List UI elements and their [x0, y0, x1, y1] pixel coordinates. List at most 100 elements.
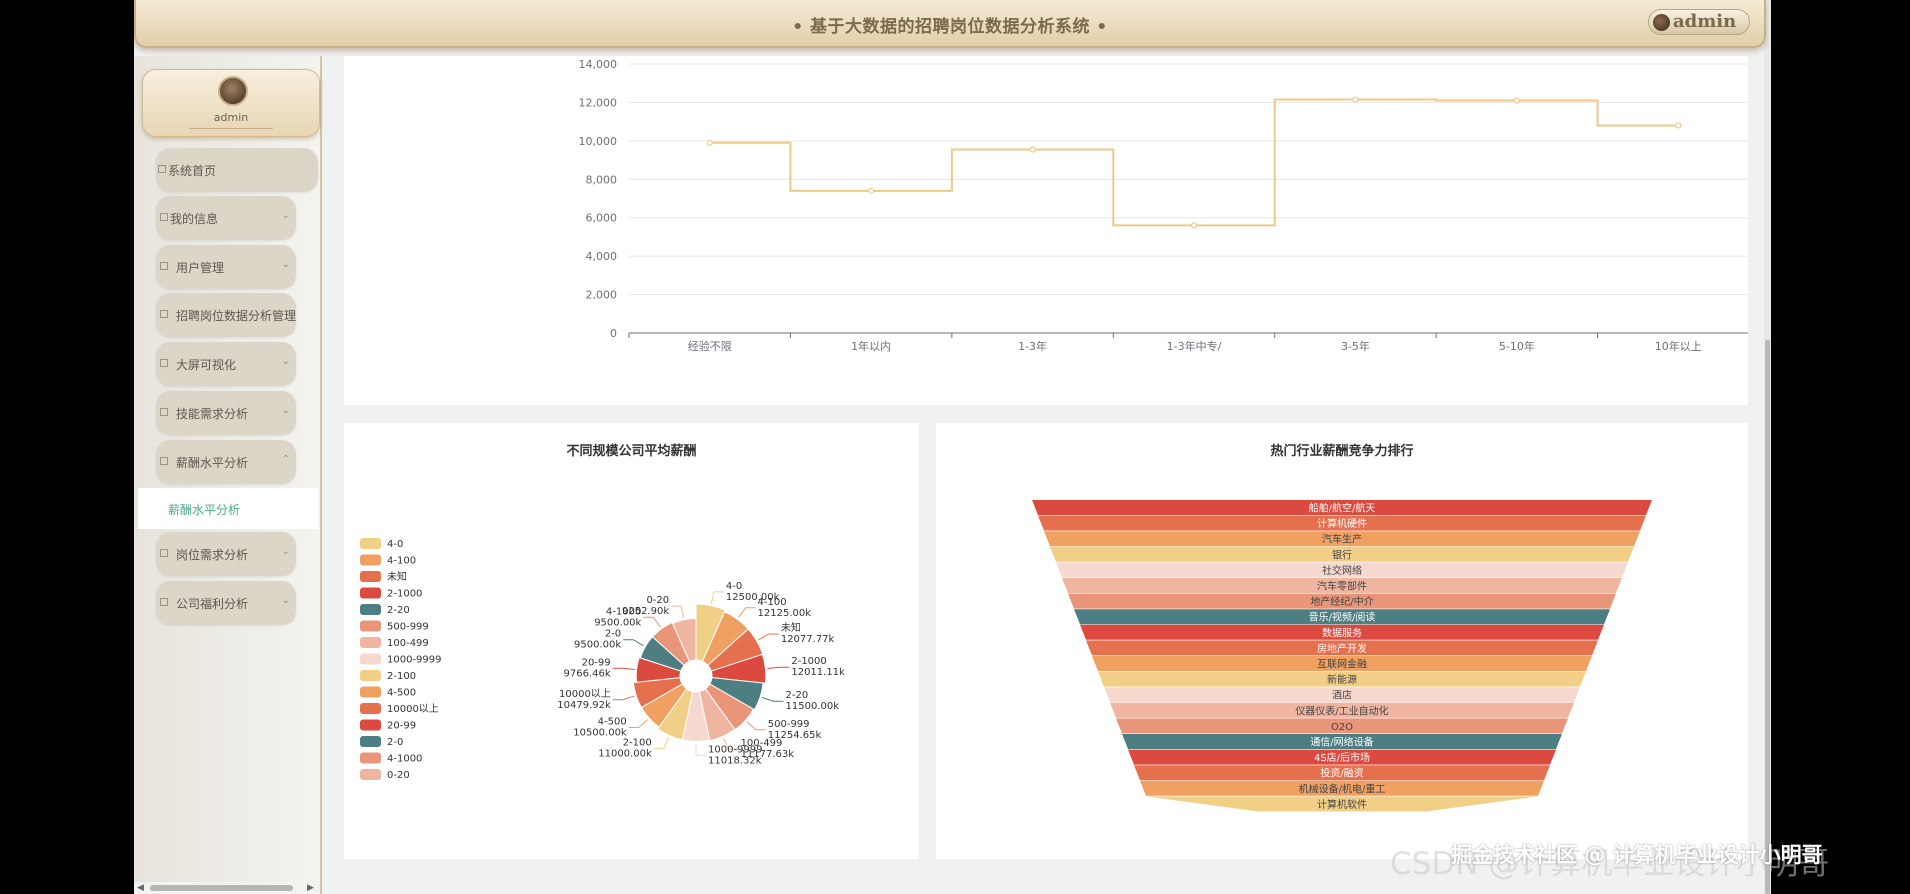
label-leader-line	[767, 666, 790, 669]
slice-name-label: 10000以上	[559, 688, 611, 700]
funnel-segment-label: 地产经纪/中介	[1310, 595, 1373, 608]
sidebar-item-job-demand-analysis[interactable]: 岗位需求分析 ⌄	[156, 532, 296, 576]
slice-name-label: 0-20	[646, 595, 669, 606]
funnel-segment-label: 数据服务	[1322, 626, 1362, 639]
chevron-down-icon: ⌄	[281, 210, 290, 221]
chevron-down-icon: ⌄	[281, 259, 290, 270]
legend-label: 0-20	[387, 770, 410, 781]
sidebar-item-salary-analysis[interactable]: 薪酬水平分析 ⌃	[156, 440, 296, 484]
avatar	[218, 76, 248, 106]
sidebar-item-label: 岗位需求分析	[176, 548, 249, 562]
label-leader-line	[671, 605, 685, 618]
legend-label: 4-500	[387, 688, 416, 699]
user-name: admin	[1673, 11, 1737, 32]
label-leader-line	[612, 667, 635, 671]
data-point	[1513, 97, 1520, 104]
menu-icon	[160, 359, 168, 367]
sidebar-item-home[interactable]: 系统首页	[156, 148, 318, 192]
x-tick-label: 经验不限	[688, 339, 732, 353]
slice-value-label: 12077.77k	[781, 634, 835, 645]
funnel-segment-label: 通信/网络设备	[1310, 736, 1373, 749]
slice-name-label: 4-0	[726, 581, 742, 592]
menu-icon	[160, 262, 168, 270]
main-vertical-scrollbar[interactable]	[1764, 0, 1771, 894]
x-tick-label: 5-10年	[1499, 339, 1535, 353]
scroll-right-arrow-icon[interactable]: ▶	[307, 882, 314, 894]
y-tick-label: 2,000	[586, 289, 618, 302]
sidebar-item-label: 招聘岗位数据分析管理	[176, 309, 297, 323]
sidebar-item-label: 大屏可视化	[176, 358, 237, 372]
y-tick-label: 10,000	[579, 135, 618, 148]
label-leader-line	[758, 633, 779, 641]
data-point	[1190, 222, 1198, 229]
legend-label: 20-99	[387, 721, 416, 732]
sidebar-item-my-info[interactable]: 我的信息 ⌄	[156, 196, 296, 240]
sidebar-item-user-management[interactable]: 用户管理 ⌄	[156, 245, 296, 289]
slice-value-label: 11018.32k	[708, 755, 762, 766]
legend-swatch	[360, 554, 381, 566]
experience-salary-panel: 0 2,000 4,000 6,000 8,000 10,000 12,000 14,000 经…	[344, 56, 1760, 405]
scrollbar-thumb[interactable]	[1765, 340, 1770, 894]
watermark-small: 掘金技术社区 @ 计算机毕业设计小明哥	[1451, 843, 1823, 867]
funnel-segment-label: 音乐/视频/阅读	[1309, 611, 1376, 624]
legend-swatch	[360, 587, 381, 599]
sidebar-horizontal-scrollbar[interactable]: ◀ ▶	[134, 882, 320, 894]
menu-icon	[160, 457, 168, 465]
legend-swatch	[360, 752, 381, 764]
slice-name-label: 未知	[781, 621, 801, 634]
funnel-segment-label: 计算机硬件	[1317, 517, 1367, 530]
funnel-segment-label: 投资/融资	[1320, 767, 1363, 780]
legend-swatch	[360, 604, 381, 615]
legend-swatch	[360, 719, 381, 731]
industry-salary-panel: 热门行业薪酬竞争力排行 船舶/航空/航天 计算机硬件 汽车生产 银行 社交网络 汽车零部件…	[936, 423, 1748, 859]
funnel-segment-label: 新能源	[1327, 673, 1357, 686]
slice-value-label: 11000.00k	[598, 748, 652, 759]
slice-value-label: 10500.00k	[573, 728, 627, 739]
experience-salary-step-chart: 0 2,000 4,000 6,000 8,000 10,000 12,000 14,000 经…	[579, 58, 1760, 353]
scrollbar-thumb[interactable]	[150, 885, 293, 891]
sidebar-subitem-label: 薪酬水平分析	[168, 503, 241, 517]
slice-value-label: 9252.90k	[622, 606, 669, 617]
profile-card: admin	[142, 69, 320, 137]
legend-swatch	[360, 736, 381, 747]
legend-label: 100-499	[387, 638, 429, 649]
sidebar-item-welfare-analysis[interactable]: 公司福利分析 ⌄	[156, 581, 296, 625]
slice-value-label: 9766.46k	[563, 668, 610, 679]
legend-label: 500-999	[387, 622, 429, 633]
legend-swatch	[360, 686, 381, 698]
slice-value-label: 10479.92k	[557, 700, 611, 711]
funnel-segment-label: O2O	[1331, 722, 1353, 733]
industry-salary-funnel-chart: 船舶/航空/航天计算机硬件汽车生产银行社交网络汽车零部件地产经纪/中介音乐/视频…	[1032, 500, 1652, 812]
sidebar-item-job-data-management[interactable]: 招聘岗位数据分析管理	[156, 293, 296, 337]
sidebar-item-big-screen[interactable]: 大屏可视化 ⌄	[156, 342, 296, 386]
slice-value-label: 11500.00k	[786, 701, 840, 712]
sidebar-subitem-salary-analysis[interactable]: 薪酬水平分析	[138, 488, 318, 529]
legend-label: 2-100	[387, 671, 416, 682]
slice-name-label: 500-999	[768, 719, 810, 730]
sidebar-item-label: 薪酬水平分析	[176, 456, 249, 470]
legend-label: 未知	[387, 570, 407, 583]
slice-name-label: 4-500	[598, 717, 627, 728]
data-point	[1352, 96, 1359, 103]
scroll-left-arrow-icon[interactable]: ◀	[137, 882, 144, 894]
legend-label: 4-100	[387, 556, 416, 567]
chevron-down-icon: ⌄	[281, 546, 290, 557]
data-point	[868, 187, 875, 194]
sidebar-item-label: 公司福利分析	[176, 597, 249, 611]
legend-swatch	[360, 620, 381, 632]
legend-swatch	[360, 538, 381, 549]
sidebar-item-skill-analysis[interactable]: 技能需求分析 ⌄	[156, 391, 296, 435]
chevron-down-icon: ⌄	[281, 356, 290, 367]
legend-swatch	[360, 670, 381, 681]
data-point	[1675, 122, 1682, 129]
funnel-segment-label: 4S店/后市场	[1314, 751, 1370, 764]
legend-swatch	[360, 769, 381, 780]
y-tick-label: 6,000	[586, 212, 618, 225]
y-tick-label: 12,000	[579, 96, 618, 109]
user-menu-button[interactable]: admin	[1648, 9, 1750, 35]
funnel-segment-label: 机械设备/机电/重工	[1299, 782, 1386, 795]
legend-label: 2-0	[387, 737, 403, 748]
menu-icon	[160, 213, 168, 221]
label-leader-line	[612, 695, 635, 701]
funnel-segment-label: 汽车生产	[1322, 533, 1362, 546]
